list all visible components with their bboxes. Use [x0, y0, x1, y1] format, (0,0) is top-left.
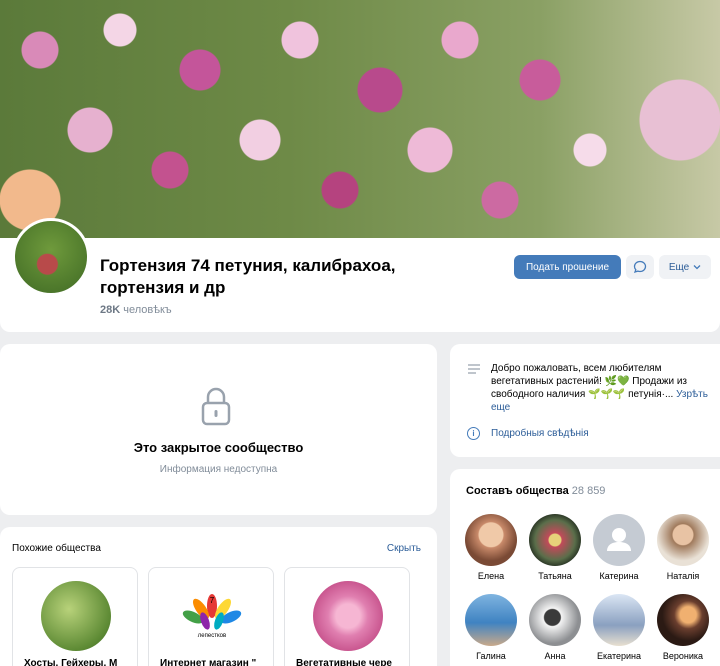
- cover-image: [0, 0, 720, 238]
- default-user-icon: [607, 528, 631, 551]
- similar-item-image: [41, 581, 111, 651]
- logo-number: 7: [210, 596, 215, 605]
- similar-item-image: [313, 581, 383, 651]
- hide-similar-link[interactable]: Скрыть: [387, 543, 421, 554]
- member-avatar: [529, 594, 581, 646]
- more-button-label: Еще: [668, 261, 690, 273]
- similar-item-logo: 7 лепестков: [177, 581, 247, 651]
- message-button[interactable]: [626, 255, 654, 279]
- members-count-value: 28K: [100, 304, 121, 316]
- group-avatar[interactable]: [12, 218, 90, 296]
- lock-icon: [201, 387, 231, 426]
- member-name: Наталія: [666, 571, 700, 581]
- member-name: Катерина: [599, 571, 639, 581]
- member-name: Екатерина: [597, 651, 641, 661]
- member-item[interactable]: Галина: [459, 594, 523, 661]
- member-item[interactable]: Екатерина: [587, 594, 651, 661]
- more-button[interactable]: Еще: [659, 255, 711, 279]
- members-title: Составъ общества: [466, 485, 569, 497]
- member-name: Галина: [476, 651, 506, 661]
- similar-item-name: Интернет магазин ": [160, 658, 257, 666]
- description-icon: [468, 364, 480, 374]
- similar-item-name: Вегетативные чере: [296, 658, 392, 666]
- member-avatar: [593, 514, 645, 566]
- members-count[interactable]: 28K человѣкъ: [100, 304, 172, 316]
- member-item[interactable]: Татьяна: [523, 514, 587, 581]
- message-icon: [633, 260, 647, 274]
- member-name: Вероника: [662, 651, 704, 661]
- group-title: Гортензия 74 петуния, калибрахоа, гортен…: [100, 256, 396, 297]
- member-avatar: [593, 594, 645, 646]
- member-item[interactable]: Катерина: [587, 514, 651, 581]
- similar-item-name: Хосты, Гейхеры, М: [24, 658, 118, 666]
- similar-item[interactable]: Вегетативные чере: [284, 567, 410, 666]
- request-join-button[interactable]: Подать прошение: [514, 255, 621, 279]
- member-item[interactable]: Наталія: [651, 514, 715, 581]
- member-avatar: [465, 594, 517, 646]
- details-link[interactable]: Подробныя свѣдѣнія: [491, 428, 589, 439]
- profile-header: Гортензия 74 петуния, калибрахоа, гортен…: [0, 218, 720, 332]
- description-text: Добро пожаловать, всем любителям вегетат…: [491, 363, 687, 400]
- member-name: Анна: [544, 651, 566, 661]
- member-name: Татьяна: [538, 571, 572, 581]
- member-item[interactable]: Елена: [459, 514, 523, 581]
- member-avatar: [529, 514, 581, 566]
- similar-item[interactable]: 7 лепестков Интернет магазин ": [148, 567, 274, 666]
- info-card: Добро пожаловать, всем любителям вегетат…: [450, 344, 720, 457]
- member-item[interactable]: Вероника: [651, 594, 715, 661]
- members-card: Составъ общества 28 859 Елена Татьяна Ка…: [450, 469, 720, 666]
- petals-logo-icon: 7 лепестков: [182, 594, 242, 639]
- member-avatar: [657, 514, 709, 566]
- logo-text: лепестков: [198, 633, 226, 639]
- similar-item[interactable]: Хосты, Гейхеры, М: [12, 567, 138, 666]
- members-count-label: человѣкъ: [123, 304, 172, 316]
- similar-communities-card: Похожие общества Скрыть Хосты, Гейхеры, …: [0, 527, 437, 666]
- members-card-title[interactable]: Составъ общества 28 859: [466, 485, 605, 497]
- member-avatar: [657, 594, 709, 646]
- closed-community-card: Это закрытое сообщество Информация недос…: [0, 344, 437, 515]
- chevron-down-icon: [693, 265, 701, 270]
- info-circle-icon: i: [467, 427, 480, 440]
- group-description: Добро пожаловать, всем любителям вегетат…: [491, 362, 711, 414]
- member-avatar: [465, 514, 517, 566]
- members-total: 28 859: [571, 485, 606, 497]
- member-name: Елена: [477, 571, 505, 581]
- similar-title: Похожие общества: [12, 543, 101, 554]
- member-item[interactable]: Анна: [523, 594, 587, 661]
- closed-title: Это закрытое сообщество: [133, 440, 304, 455]
- closed-subtitle: Информация недоступна: [159, 464, 278, 475]
